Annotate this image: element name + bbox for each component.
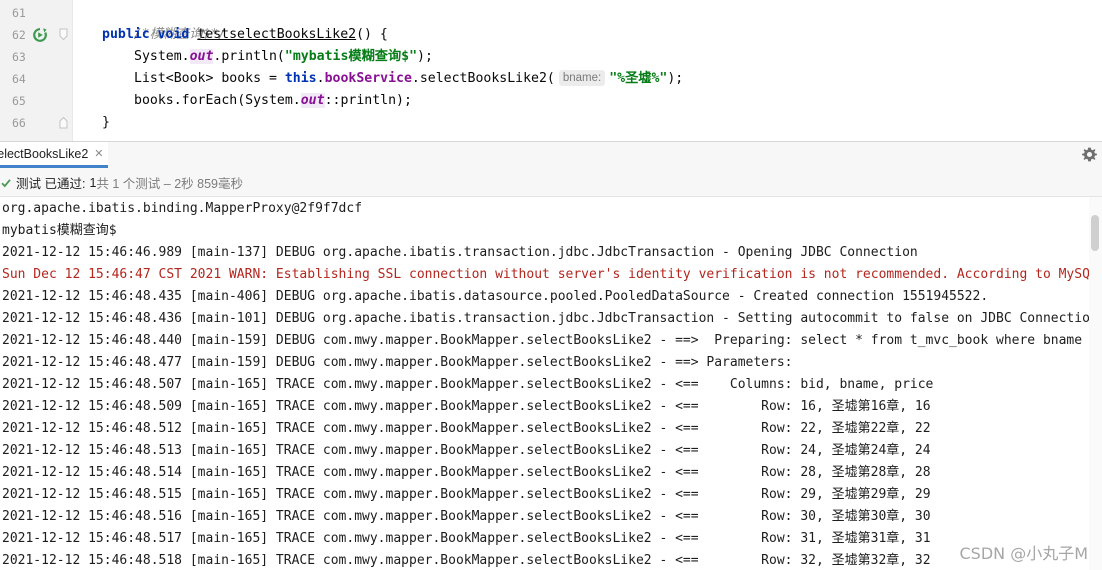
console-line: 2021-12-12 15:46:48.516 [main-165] TRACE… — [2, 509, 931, 524]
line-number: 62 — [12, 28, 26, 42]
scrollbar-thumb[interactable] — [1091, 215, 1099, 251]
console-warning-line: Sun Dec 12 15:46:47 CST 2021 WARN: Estab… — [2, 267, 1089, 282]
code-text: books.forEach(System. — [134, 93, 301, 108]
code-line-62: public void testselectBooksLike2() { — [102, 24, 388, 46]
code-text: System. — [134, 49, 190, 64]
field-name: bookService — [324, 71, 412, 86]
code-text: . — [316, 71, 325, 86]
test-status-bar: 测试 已通过: 1 共 1 个测试 – 2秒 859毫秒 — [0, 169, 1102, 197]
run-test-icon[interactable] — [32, 27, 48, 43]
tests-summary: 共 1 个测试 – 2秒 859毫秒 — [96, 177, 243, 191]
editor-gutter: 61 62 63 64 65 66 — [0, 0, 73, 141]
code-editor[interactable]: 61 62 63 64 65 66 /*模糊查询$*/ public void … — [0, 0, 1102, 141]
keyword: public — [102, 27, 150, 42]
code-text: .println( — [213, 49, 285, 64]
console-line: 2021-12-12 15:46:48.518 [main-165] TRACE… — [2, 553, 931, 568]
string-literal: "mybatis模糊查询$" — [284, 49, 418, 64]
code-text: List<Book> books = — [134, 71, 285, 86]
fold-end-marker-icon[interactable] — [59, 116, 68, 129]
line-number: 61 — [12, 6, 26, 20]
console-line: 2021-12-12 15:46:48.514 [main-165] TRACE… — [2, 465, 931, 480]
console-line: 2021-12-12 15:46:48.513 [main-165] TRACE… — [2, 443, 931, 458]
console-line: 2021-12-12 15:46:46.989 [main-137] DEBUG… — [2, 245, 918, 260]
console-line: 2021-12-12 15:46:48.512 [main-165] TRACE… — [2, 421, 931, 436]
console-line: 2021-12-12 15:46:48.515 [main-165] TRACE… — [2, 487, 931, 502]
keyword: void — [157, 27, 190, 42]
string-literal: "%圣墟%" — [609, 71, 668, 86]
code-line-63: System.out.println("mybatis模糊查询$"); — [134, 46, 433, 68]
code-text: ::println); — [324, 93, 412, 108]
line-number: 63 — [12, 50, 26, 64]
line-number: 65 — [12, 94, 26, 108]
code-text: () { — [356, 27, 388, 42]
console-output[interactable]: org.apache.ibatis.binding.MapperProxy@2f… — [0, 197, 1089, 570]
gutter-line: 66 — [0, 112, 72, 134]
method-name: testselectBooksLike2 — [197, 27, 357, 42]
console-line: 2021-12-12 15:46:48.477 [main-159] DEBUG… — [2, 355, 793, 370]
tests-passed-count: 1 — [89, 175, 97, 190]
console-line: 2021-12-12 15:46:48.435 [main-406] DEBUG… — [2, 289, 989, 304]
gutter-line: 65 — [0, 90, 72, 112]
code-line-65: books.forEach(System.out::println); — [134, 90, 412, 112]
run-tab[interactable]: selectBooksLike2 ✕ — [0, 142, 108, 168]
console-line: 2021-12-12 15:46:48.507 [main-165] TRACE… — [2, 377, 934, 392]
console-line: 2021-12-12 15:46:48.436 [main-101] DEBUG… — [2, 311, 1089, 326]
line-number: 66 — [12, 116, 26, 130]
console-line: org.apache.ibatis.binding.MapperProxy@2f… — [2, 201, 363, 216]
check-icon — [1, 178, 11, 187]
code-line-61: /*模糊查询$*/ — [102, 2, 226, 42]
line-number: 64 — [12, 72, 26, 86]
fold-marker-icon[interactable] — [59, 28, 68, 41]
gutter-line: 61 — [0, 2, 72, 24]
console-scrollbar[interactable] — [1089, 197, 1102, 570]
gutter-line: 64 — [0, 68, 72, 90]
run-tool-window-tabs: selectBooksLike2 ✕ — [0, 141, 1102, 170]
watermark: CSDN @小丸子M — [959, 544, 1088, 563]
code-text: ); — [667, 71, 684, 86]
code-text: } — [102, 115, 110, 130]
gutter-line: 62 — [0, 24, 72, 46]
console-line: 2021-12-12 15:46:48.440 [main-159] DEBUG… — [2, 333, 1089, 348]
code-text: .selectBooksLike2( — [411, 71, 555, 86]
parameter-hint: bname: — [558, 70, 606, 86]
static-field: out — [189, 49, 214, 64]
code-line-66: } — [102, 112, 110, 134]
console-line: 2021-12-12 15:46:48.509 [main-165] TRACE… — [2, 399, 931, 414]
console-line: mybatis模糊查询$ — [2, 223, 117, 238]
tests-passed-label: 测试 已通过: — [16, 177, 86, 191]
code-line-64: List<Book> books = this.bookService.sele… — [134, 68, 683, 90]
run-tab-label: selectBooksLike2 — [0, 146, 89, 161]
code-text: ); — [417, 49, 433, 64]
gutter-line: 63 — [0, 46, 72, 68]
close-icon[interactable]: ✕ — [94, 147, 103, 160]
gear-icon[interactable] — [1081, 146, 1098, 163]
console-line: 2021-12-12 15:46:48.517 [main-165] TRACE… — [2, 531, 931, 546]
static-field: out — [300, 93, 325, 108]
keyword: this — [284, 71, 317, 86]
